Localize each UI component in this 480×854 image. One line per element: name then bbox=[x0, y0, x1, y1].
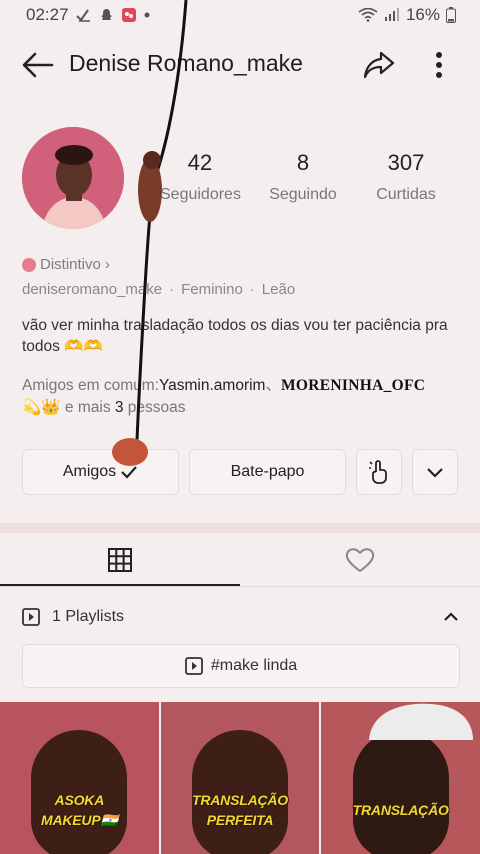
collapse-playlists-button[interactable] bbox=[438, 604, 464, 630]
status-time: 02:27 bbox=[26, 5, 69, 24]
expand-suggestions-button[interactable] bbox=[412, 449, 458, 495]
more-options-button[interactable] bbox=[424, 46, 454, 84]
tabs-baseline bbox=[0, 586, 480, 587]
badge-link[interactable]: Distintivo › bbox=[22, 256, 110, 273]
profile-bio: vão ver minha trasladação todos os dias … bbox=[22, 317, 448, 355]
hand-tap-icon bbox=[369, 460, 387, 484]
app-bar: Denise Romano_make bbox=[0, 38, 480, 92]
section-divider bbox=[0, 523, 480, 533]
check-icon bbox=[121, 466, 137, 479]
playlist-item[interactable]: #make linda bbox=[22, 644, 460, 688]
playlist-icon bbox=[22, 608, 40, 626]
playlist-icon bbox=[184, 657, 203, 675]
avatar[interactable] bbox=[22, 127, 124, 229]
gender: Feminino bbox=[181, 281, 243, 298]
mutual-friends[interactable]: Amigos em comum:Yasmin.amorim、MORENINHA_… bbox=[22, 375, 462, 419]
share-arrow-icon bbox=[363, 51, 395, 79]
white-cap-image bbox=[369, 703, 474, 740]
caption-line: ASOKA bbox=[54, 792, 105, 808]
caption-line: PERFEITA bbox=[206, 812, 274, 828]
wifi-icon bbox=[358, 8, 378, 22]
avatar-photo bbox=[22, 127, 124, 229]
check-notification-icon bbox=[75, 8, 92, 22]
mutual-friends-suffix-a: e mais bbox=[60, 399, 115, 416]
stat-followers[interactable]: 42 Seguidores bbox=[160, 150, 241, 204]
mutual-friends-count: 3 bbox=[114, 399, 124, 416]
meta-separator: · bbox=[169, 281, 175, 298]
status-right: 16% bbox=[358, 5, 456, 25]
status-left: 02:27 bbox=[26, 5, 150, 25]
stat-following[interactable]: 8 Seguindo bbox=[264, 150, 342, 204]
vertical-dots-icon bbox=[436, 52, 442, 78]
zodiac-sign: Leão bbox=[261, 281, 296, 298]
chat-button[interactable]: Bate-papo bbox=[189, 449, 346, 495]
profile-title: Denise Romano_make bbox=[69, 50, 303, 76]
caption-line: TRANSLAÇÃO bbox=[192, 792, 288, 808]
video-thumbnail[interactable]: ASOKA MAKEUP🇮🇳 bbox=[0, 702, 159, 854]
app-notification-icon bbox=[121, 7, 137, 23]
dot-icon bbox=[144, 12, 150, 18]
signal-icon bbox=[384, 8, 400, 22]
battery-percent: 16% bbox=[405, 5, 440, 24]
chat-button-label: Bate-papo bbox=[230, 463, 305, 480]
followers-label: Seguidores bbox=[160, 186, 241, 203]
mutual-friend-1[interactable]: Yasmin.amorim bbox=[159, 377, 266, 394]
tab-liked[interactable] bbox=[240, 533, 480, 587]
following-count: 8 bbox=[296, 150, 310, 175]
badge-label: Distintivo bbox=[40, 256, 101, 273]
playlist-name: #make linda bbox=[210, 657, 298, 674]
video-caption: TRANSLAÇÃO PERFEITA bbox=[161, 790, 320, 830]
grid-icon bbox=[108, 548, 132, 572]
snapchat-icon bbox=[99, 8, 114, 23]
video-grid: ASOKA MAKEUP🇮🇳 TRANSLAÇÃO PERFEITA TRANS… bbox=[0, 702, 480, 854]
stat-likes[interactable]: 307 Curtidas bbox=[370, 150, 442, 204]
share-button[interactable] bbox=[360, 46, 398, 84]
video-thumbnail[interactable]: TRANSLAÇÃO bbox=[321, 702, 480, 854]
mutual-friend-separator: 、 bbox=[265, 377, 281, 394]
gift-button[interactable] bbox=[356, 449, 402, 495]
friends-button-label: Amigos bbox=[62, 463, 117, 480]
status-bar: 02:27 16% bbox=[0, 0, 480, 30]
mutual-friends-emojis: 💫👑 bbox=[22, 399, 61, 416]
following-label: Seguindo bbox=[269, 186, 337, 203]
playlists-count: 1 Playlists bbox=[52, 608, 125, 625]
likes-label: Curtidas bbox=[376, 186, 436, 203]
caption-line: MAKEUP🇮🇳 bbox=[40, 812, 118, 828]
meta-separator: · bbox=[249, 281, 255, 298]
username: deniseromano_make bbox=[22, 281, 163, 298]
mutual-friends-suffix-b: pessoas bbox=[123, 399, 186, 416]
mutual-friends-prefix: Amigos em comum: bbox=[22, 377, 159, 394]
chevron-down-icon bbox=[427, 468, 443, 478]
arrow-left-icon bbox=[22, 52, 54, 78]
video-caption: TRANSLAÇÃO bbox=[321, 800, 480, 820]
caption-line: TRANSLAÇÃO bbox=[352, 802, 449, 818]
profile-meta: deniseromano_make · Feminino · Leão bbox=[22, 281, 295, 298]
video-caption: ASOKA MAKEUP🇮🇳 bbox=[0, 790, 159, 830]
likes-count: 307 bbox=[387, 150, 425, 175]
heart-icon bbox=[345, 548, 375, 572]
battery-icon bbox=[446, 7, 456, 23]
mutual-friend-2[interactable]: MORENINHA_OFC bbox=[281, 377, 425, 394]
chevron-right-icon: › bbox=[104, 256, 110, 273]
followers-count: 42 bbox=[187, 150, 213, 175]
content-tabs bbox=[0, 533, 480, 587]
badge-icon bbox=[22, 257, 36, 272]
thumbnail-person bbox=[352, 730, 449, 854]
active-tab-indicator bbox=[0, 584, 240, 586]
chevron-up-icon bbox=[444, 612, 458, 621]
tab-videos[interactable] bbox=[0, 533, 240, 587]
friends-button[interactable]: Amigos bbox=[22, 449, 179, 495]
video-thumbnail[interactable]: TRANSLAÇÃO PERFEITA bbox=[160, 702, 320, 854]
playlists-header: 1 Playlists bbox=[22, 605, 462, 629]
back-button[interactable] bbox=[20, 48, 56, 82]
